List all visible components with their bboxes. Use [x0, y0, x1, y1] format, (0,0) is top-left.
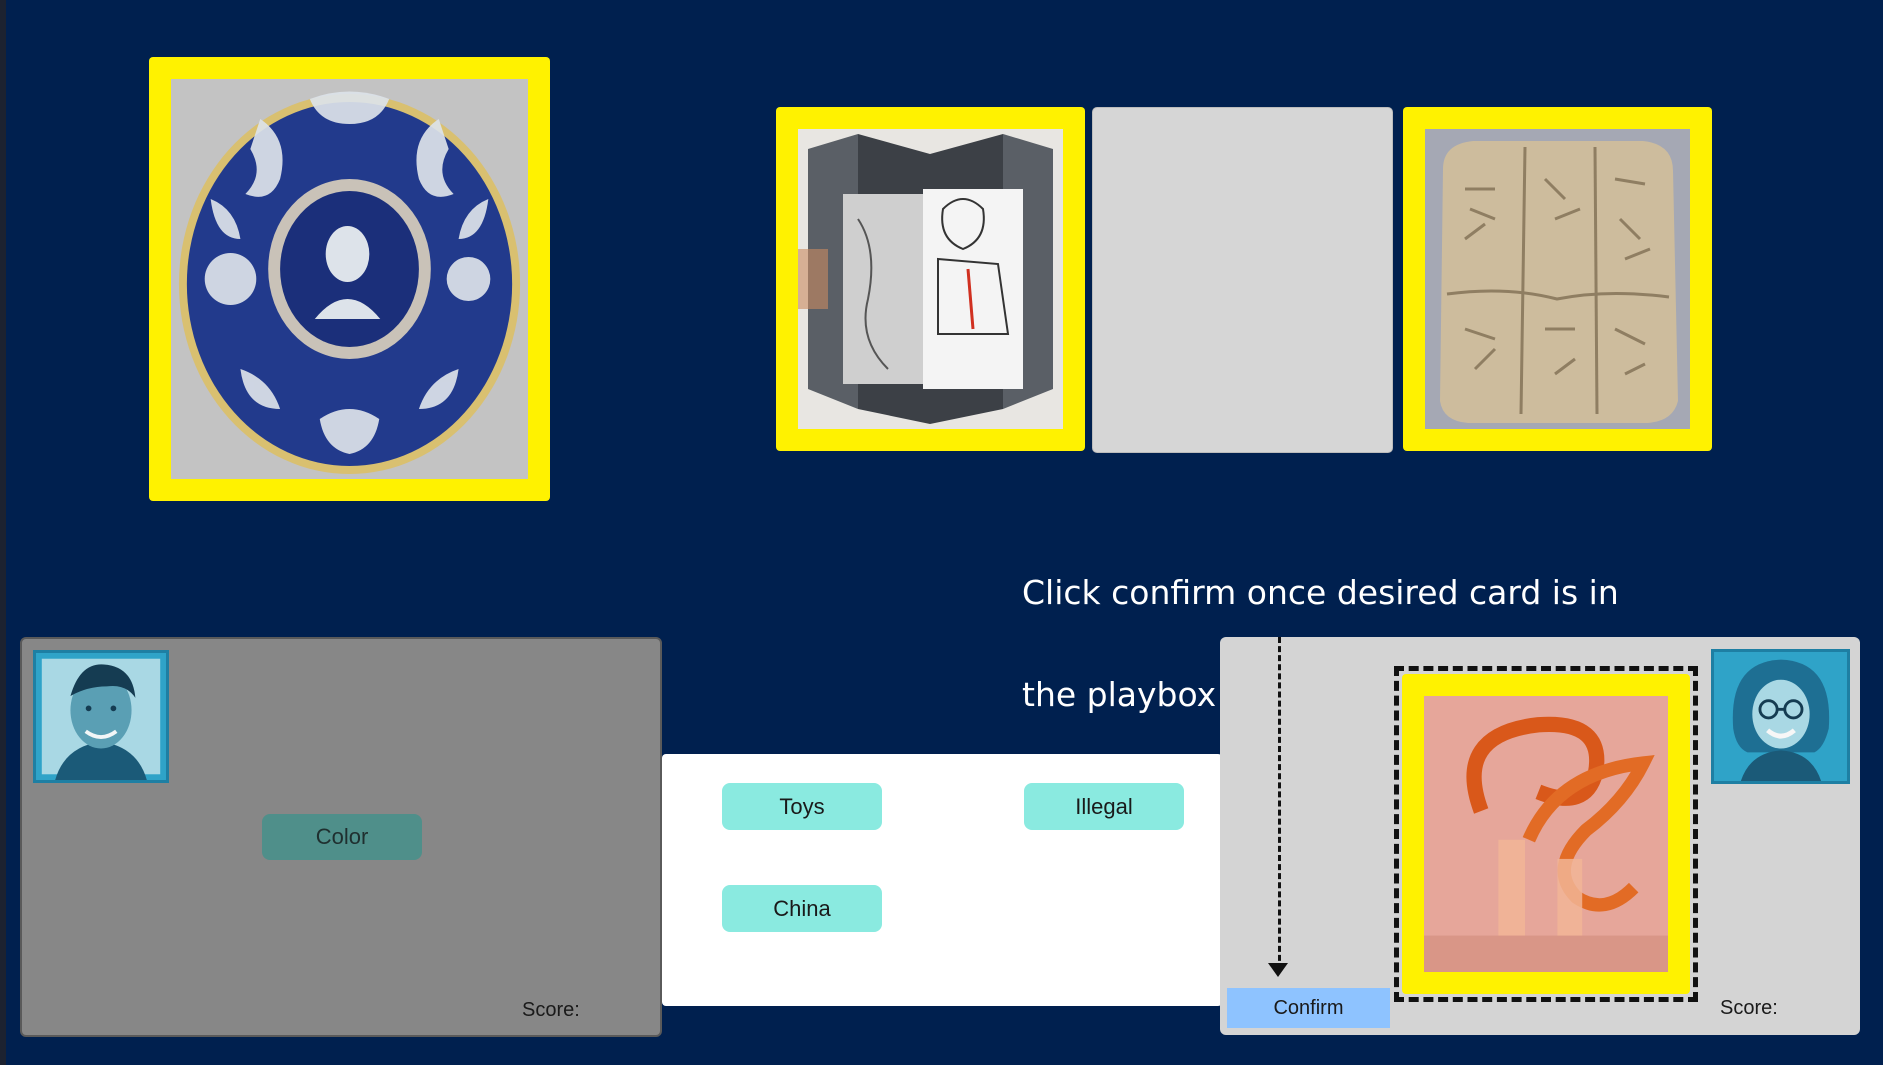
tablet-image — [1425, 129, 1690, 429]
word-button-toys[interactable]: Toys — [722, 783, 882, 830]
card-pop-up-book[interactable] — [776, 107, 1085, 451]
dashed-arrow-line — [1278, 637, 1281, 970]
card-slot-empty[interactable] — [1092, 107, 1393, 453]
playbox[interactable] — [1394, 666, 1698, 1002]
word-bank-board: Toys Illegal China — [662, 754, 1222, 1006]
player-right-panel: Confirm Score: — [1220, 637, 1860, 1035]
clue-color-button[interactable]: Color — [262, 814, 422, 860]
player-left-panel: Color Score: — [20, 637, 662, 1037]
player-left-score-label: Score: — [522, 999, 580, 1021]
instruction-text: Click confirm once desired card is in th… — [1022, 516, 1762, 714]
arrow-down-icon — [1268, 963, 1288, 977]
window-edge — [0, 0, 6, 1065]
plate-image — [171, 79, 528, 479]
man-portrait-avatar-icon — [33, 650, 169, 783]
player-right-score-label: Score: — [1720, 997, 1778, 1019]
playbox-card-glass-sculpture[interactable] — [1402, 674, 1690, 994]
pop-up-book-image — [798, 129, 1063, 429]
instruction-line-1: Click confirm once desired card is in — [1022, 573, 1619, 612]
card-cuneiform-tablet[interactable] — [1403, 107, 1712, 451]
glass-sculpture-image — [1424, 696, 1668, 972]
word-button-china[interactable]: China — [722, 885, 882, 932]
woman-glasses-portrait-avatar-icon — [1711, 649, 1850, 784]
confirm-button[interactable]: Confirm — [1227, 988, 1390, 1028]
word-button-illegal[interactable]: Illegal — [1024, 783, 1184, 830]
featured-card-plate[interactable] — [149, 57, 550, 501]
